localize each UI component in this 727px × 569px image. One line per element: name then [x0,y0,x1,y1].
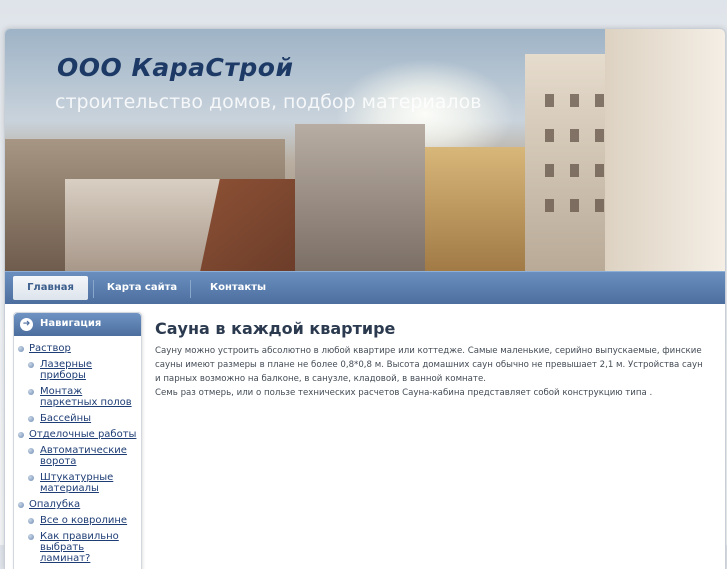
sidebar-item-label[interactable]: Как правильно выбрать ламинат? [40,531,119,564]
sidebar-item[interactable]: Автоматические ворота [14,445,132,467]
sidebar-item[interactable]: Все о ковролине [14,515,141,526]
bullet-icon [18,346,24,352]
sidebar-menu: Раствор Лазерные приборы Монтаж паркетны… [14,343,141,569]
sidebar-item[interactable]: Отделочные работы [14,429,141,440]
sidebar-item[interactable]: Опалубка [14,499,141,510]
bullet-icon [28,518,34,524]
sidebar-item[interactable]: Монтаж паркетных полов [14,386,132,408]
nav-home[interactable]: Главная [13,276,88,300]
bullet-icon [28,416,34,422]
building-photo-middle [295,124,425,271]
sidebar-navigation: ➜ Навигация Раствор Лазерные приборы Мон… [13,312,142,569]
page-container: ООО КараСтрой строительство домов, подбо… [4,28,726,569]
sidebar-item[interactable]: Раствор [14,343,141,354]
nav-sitemap[interactable]: Карта сайта [101,276,183,300]
sidebar-item-label[interactable]: Отделочные работы [29,429,136,440]
sidebar-item-label[interactable]: Автоматические ворота [40,445,127,467]
bullet-icon [28,448,34,454]
sidebar-item[interactable]: Штукатурные материалы [14,472,132,494]
arrow-right-icon: ➜ [20,318,33,331]
bullet-icon [18,432,24,438]
bullet-icon [28,362,34,368]
bullet-icon [18,502,24,508]
sidebar-item[interactable]: Как правильно выбрать ламинат? [14,531,132,564]
header-banner: ООО КараСтрой строительство домов, подбо… [5,29,725,271]
article-paragraph: Семь раз отмерь, или о пользе технически… [155,388,653,398]
sidebar-item-label[interactable]: Опалубка [29,499,80,510]
bullet-icon [28,475,34,481]
sidebar-item[interactable]: Лазерные приборы [14,359,141,381]
sidebar-title: Навигация [40,318,102,329]
building-photo-balcony [605,29,725,271]
sidebar-item-label[interactable]: Лазерные приборы [40,359,92,381]
sidebar-item-label[interactable]: Монтаж паркетных полов [40,386,132,408]
bullet-icon [28,534,34,540]
site-slogan: строительство домов, подбор материалов [55,91,482,113]
sidebar-item-label[interactable]: Раствор [29,343,71,354]
top-navigation: Главная Карта сайта Контакты [5,271,725,304]
sidebar-item-label[interactable]: Все о ковролине [40,515,127,526]
article-title: Сауна в каждой квартире [155,319,396,338]
article-body: Сауну можно устроить абсолютно в любой к… [155,344,710,400]
sidebar-header: ➜ Навигация [14,313,141,336]
sidebar-item-label[interactable]: Штукатурные материалы [40,472,113,494]
article-paragraph: Сауну можно устроить абсолютно в любой к… [155,346,703,384]
nav-divider [93,280,94,298]
bullet-icon [28,389,34,395]
sidebar-item-label[interactable]: Бассейны [40,413,91,424]
nav-contacts[interactable]: Контакты [198,276,278,300]
nav-divider [190,280,191,298]
sidebar-item[interactable]: Бассейны [14,413,141,424]
site-title: ООО КараСтрой [57,53,294,82]
